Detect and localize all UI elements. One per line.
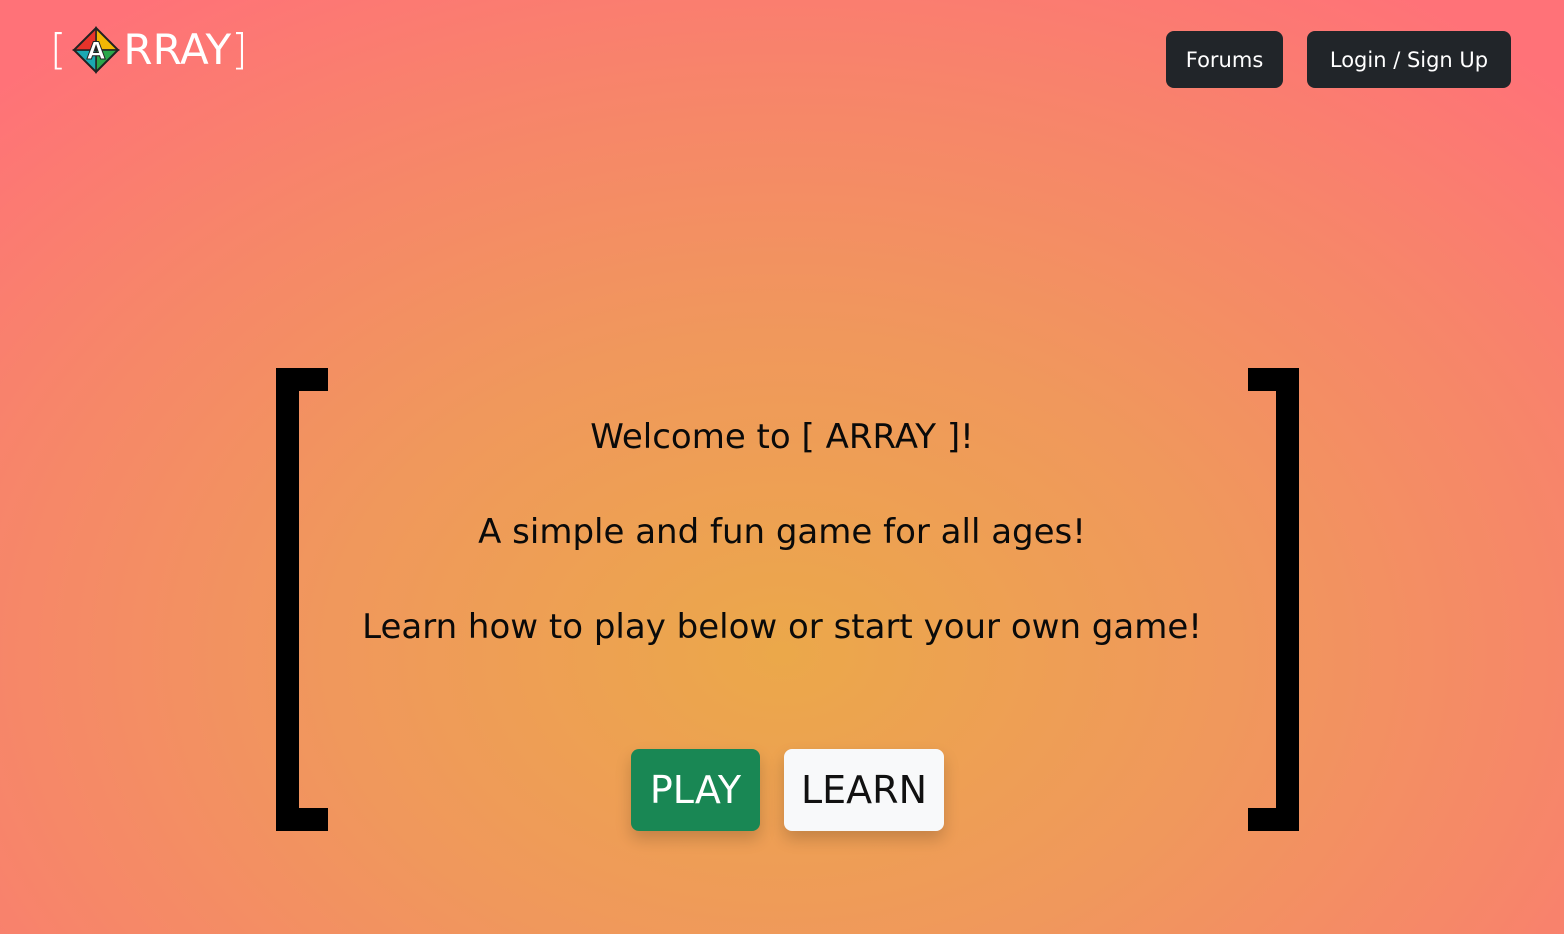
logo-open-bracket: [ <box>50 25 67 74</box>
logo-wordmark: RRAY <box>123 25 232 74</box>
logo-diamond-icon: A <box>72 26 121 74</box>
logo-mark-letter: A <box>87 37 106 65</box>
login-signup-button[interactable]: Login / Sign Up <box>1307 31 1511 88</box>
welcome-heading: Welcome to [ ARRAY ]! <box>590 417 974 457</box>
tagline: A simple and fun game for all ages! <box>478 512 1086 552</box>
site-logo[interactable]: [ A RRAY ] <box>50 22 248 78</box>
logo-close-bracket: ] <box>231 25 248 74</box>
play-button[interactable]: PLAY <box>631 749 760 831</box>
instructions-text: Learn how to play below or start your ow… <box>362 607 1202 647</box>
forums-button[interactable]: Forums <box>1166 31 1283 88</box>
learn-button[interactable]: LEARN <box>784 749 944 831</box>
